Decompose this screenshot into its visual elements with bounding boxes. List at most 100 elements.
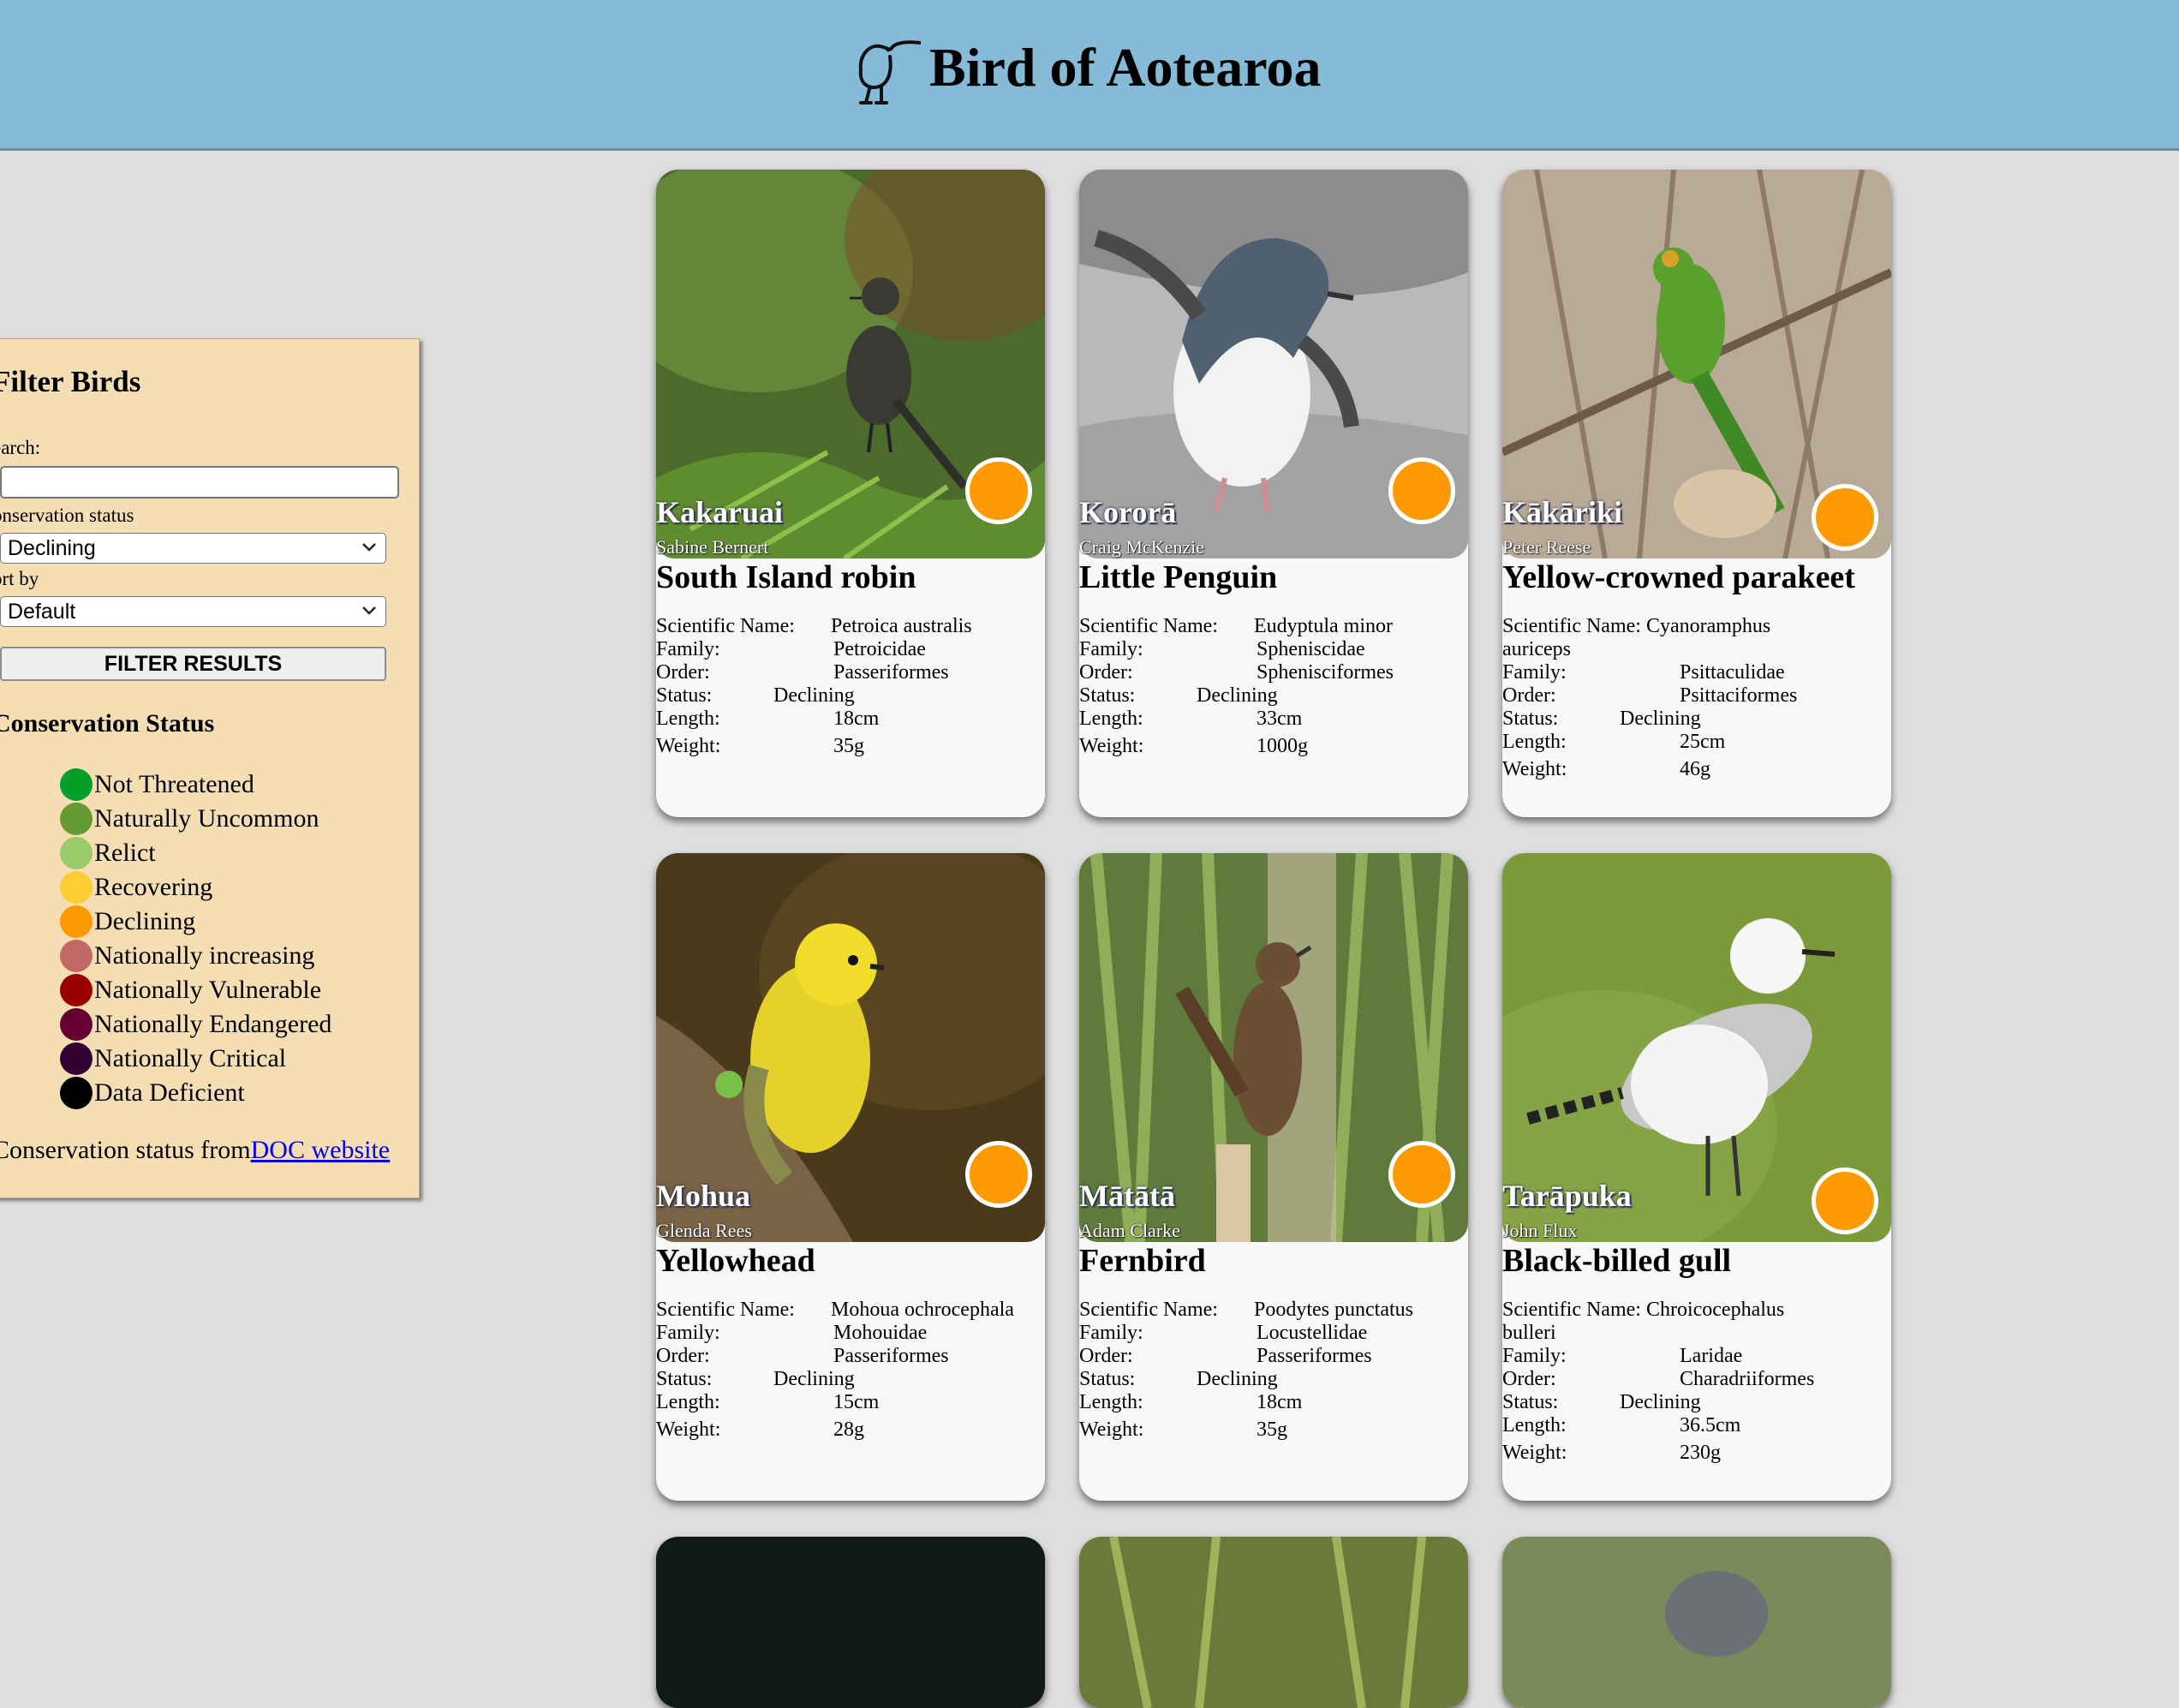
legend-label: Recovering	[94, 873, 213, 901]
status-legend: Not Threatened Naturally Uncommon Relict…	[60, 767, 331, 1110]
status-row: Status: Declining	[656, 1368, 1038, 1391]
chevron-down-icon	[362, 606, 376, 615]
sort-by-select[interactable]: Default	[0, 596, 386, 627]
bird-maori-name: Kākāriki	[1502, 495, 1623, 529]
photo-credit: John Flux	[1502, 1220, 1578, 1241]
scientific-name-row: Scientific Name: Eudyptula minor	[1079, 615, 1461, 638]
legend-item: Naturally Uncommon	[60, 802, 331, 836]
weight-row: Weight: 46g	[1502, 758, 1884, 781]
doc-website-link[interactable]: DOC website	[251, 1136, 390, 1164]
scientific-label: Scientific Name:	[656, 1299, 795, 1321]
length-label: Length:	[1079, 1391, 1143, 1413]
order-row: Order: Psittaciformes	[1502, 684, 1884, 708]
order-label: Order:	[1079, 1345, 1133, 1367]
weight-label: Weight:	[1502, 758, 1567, 780]
legend-item: Nationally Endangered	[60, 1007, 331, 1042]
status-dot-icon	[965, 1141, 1032, 1208]
order-value: Psittaciformes	[1680, 684, 1798, 707]
scientific-value: Eudyptula minor	[1254, 615, 1393, 637]
status-dot-icon	[60, 1077, 93, 1109]
photo-credit: Sabine Bernert	[656, 536, 769, 558]
legend-item: Relict	[60, 836, 331, 870]
order-value: Passeriformes	[833, 1345, 949, 1367]
photo-credit: Glenda Rees	[656, 1220, 752, 1241]
order-value: Charadriiformes	[1680, 1368, 1815, 1390]
bird-card[interactable]: Tarāpuka John Flux Black-billed gull Sci…	[1502, 853, 1891, 1501]
family-row: Family: Spheniscidae	[1079, 638, 1461, 661]
status-dot-icon	[1388, 457, 1455, 524]
scientific-value: bulleri	[1502, 1322, 1556, 1344]
weight-value: 28g	[833, 1418, 864, 1441]
length-row: Length: 18cm	[1079, 1391, 1461, 1414]
bird-card[interactable]: Mātātā Adam Clarke Fernbird Scientific N…	[1079, 853, 1468, 1501]
bird-card[interactable]: Kākāriki Peter Reese Yellow-crowned para…	[1502, 170, 1891, 817]
legend-label: Nationally Vulnerable	[94, 976, 322, 1004]
status-dot-icon	[1812, 484, 1878, 551]
bird-card[interactable]	[1079, 1537, 1468, 1708]
legend-label: Naturally Uncommon	[94, 804, 319, 833]
bird-card[interactable]	[656, 1537, 1045, 1708]
bird-card[interactable]: Mohua Glenda Rees Yellowhead Scientific …	[656, 853, 1045, 1501]
length-label: Length:	[656, 708, 720, 730]
weight-label: Weight:	[1079, 735, 1144, 757]
status-dot-icon	[60, 1008, 93, 1041]
scientific-value: Petroica australis	[831, 615, 972, 637]
order-label: Order:	[1502, 1368, 1556, 1390]
status-label: Status:	[656, 1368, 713, 1390]
scientific-label: Scientific Name:	[1079, 615, 1218, 637]
order-label: Order:	[1502, 684, 1556, 707]
conservation-status-value: Declining	[8, 536, 96, 560]
bird-english-name: Yellow-crowned parakeet	[1502, 559, 1855, 595]
order-row: Order: Passeriformes	[1079, 1345, 1461, 1368]
weight-row: Weight: 28g	[656, 1418, 1038, 1442]
order-row: Order: Passeriformes	[656, 1345, 1038, 1368]
legend-label: Relict	[94, 839, 156, 867]
conservation-status-label: onservation status	[0, 505, 134, 526]
bird-maori-name: Mohua	[656, 1179, 751, 1213]
bird-card[interactable]	[1502, 1537, 1891, 1708]
status-dot-icon	[965, 457, 1032, 524]
weight-label: Weight:	[1502, 1442, 1567, 1464]
family-label: Family:	[656, 638, 720, 660]
length-label: Length:	[1079, 708, 1143, 730]
status-label: Status:	[1079, 1368, 1136, 1390]
length-value: 18cm	[833, 708, 880, 730]
status-dot-icon	[1812, 1168, 1878, 1234]
family-value: Laridae	[1680, 1345, 1743, 1367]
bird-photo	[1502, 1537, 1891, 1708]
filter-sidebar: Filter Birds earch: onservation status D…	[0, 338, 420, 1198]
legend-item: Nationally Vulnerable	[60, 973, 331, 1007]
filter-results-button[interactable]: FILTER RESULTS	[0, 647, 386, 681]
legend-label: Nationally increasing	[94, 941, 315, 970]
status-row: Status: Declining	[1079, 684, 1461, 708]
conservation-status-select[interactable]: Declining	[0, 533, 386, 564]
order-label: Order:	[656, 1345, 710, 1367]
status-dot-icon	[60, 768, 93, 801]
order-label: Order:	[1079, 661, 1133, 684]
family-value: Mohouidae	[833, 1322, 928, 1344]
scientific-name-row: bulleri	[1502, 1322, 1884, 1345]
bird-info: Scientific Name: Eudyptula minor Family: S…	[1079, 615, 1461, 758]
status-value: Declining	[1197, 684, 1278, 707]
status-value: Declining	[773, 1368, 855, 1390]
family-row: Family: Psittaculidae	[1502, 661, 1884, 684]
order-label: Order:	[656, 661, 710, 684]
weight-value: 46g	[1680, 758, 1710, 780]
bird-english-name: Fernbird	[1079, 1243, 1206, 1279]
legend-item: Nationally increasing	[60, 939, 331, 973]
bird-card[interactable]: Kororā Craig McKenzie Little Penguin Sci…	[1079, 170, 1468, 817]
legend-label: Data Deficient	[94, 1078, 245, 1107]
bird-card[interactable]: Kakaruai Sabine Bernert South Island rob…	[656, 170, 1045, 817]
bird-info: Scientific Name: Mohoua ochrocephala Fami…	[656, 1299, 1038, 1442]
search-label: earch:	[0, 437, 41, 458]
sort-by-label: ort by	[0, 568, 39, 589]
order-value: Passeriformes	[1257, 1345, 1372, 1367]
family-row: Family: Locustellidae	[1079, 1322, 1461, 1345]
site-header: Bird of Aotearoa	[0, 0, 2179, 151]
length-value: 36.5cm	[1680, 1414, 1741, 1436]
bird-english-name: Yellowhead	[656, 1243, 815, 1279]
family-value: Locustellidae	[1257, 1322, 1368, 1344]
bird-maori-name: Kororā	[1079, 495, 1177, 529]
family-row: Family: Laridae	[1502, 1345, 1884, 1368]
search-input[interactable]	[0, 466, 399, 499]
